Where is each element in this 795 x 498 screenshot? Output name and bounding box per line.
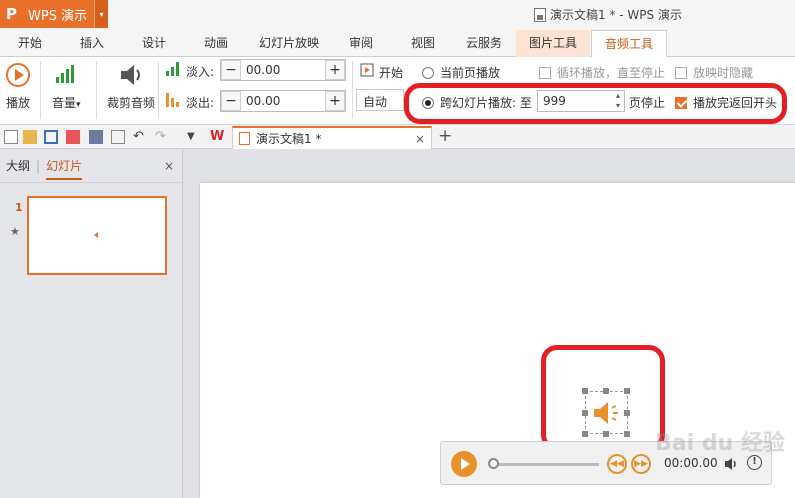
current-page-radio[interactable]: 当前页播放 — [422, 64, 500, 81]
pane-tabs: 大纲 | 幻灯片 × — [0, 149, 182, 183]
app-menu-dropdown-icon[interactable]: ▾ — [94, 0, 108, 28]
fade-in-stepper[interactable]: − 00.00 + — [220, 59, 346, 81]
current-page-radio-circle[interactable] — [422, 66, 434, 79]
window-title-text: 演示文稿1 * - WPS 演示 — [550, 8, 682, 22]
highlight-annotation — [404, 83, 787, 124]
tab-insert[interactable]: 插入 — [66, 30, 118, 57]
close-tab-icon[interactable]: × — [415, 132, 425, 146]
trim-audio-label[interactable]: 裁剪音频 — [107, 94, 155, 111]
animation-star-icon: ★ — [10, 225, 20, 238]
loop-checkbox[interactable]: 循环播放，直至停止 — [539, 64, 665, 81]
seek-track[interactable] — [495, 463, 599, 466]
start-clock-icon — [360, 63, 374, 77]
hide-label: 放映时隐藏 — [693, 66, 754, 80]
fade-out-stepper[interactable]: − 00.00 + — [220, 90, 346, 112]
highlight-annotation — [541, 345, 665, 451]
save-icon[interactable] — [44, 130, 58, 144]
hide-checkbox-box[interactable] — [675, 66, 687, 79]
slides-pane: 大纲 | 幻灯片 × 1 ★ — [0, 149, 183, 498]
start-label: 开始 — [379, 66, 404, 80]
title-bar: P WPS 演示 ▾ 演示文稿1 * - WPS 演示 — [0, 0, 795, 30]
tab-slideshow[interactable]: 幻灯片放映 — [250, 30, 328, 57]
new-file-icon[interactable] — [4, 130, 18, 144]
fast-forward-icon[interactable]: ▶▶ — [631, 454, 651, 474]
tab-design[interactable]: 设计 — [128, 30, 180, 57]
wps-logo-icon: P — [6, 5, 17, 23]
fade-out-decrement-button[interactable]: − — [221, 91, 241, 111]
divider — [40, 61, 41, 119]
tab-slides[interactable]: 幻灯片 — [46, 157, 83, 180]
watermark: Bai du 经验 — [655, 431, 785, 456]
start-mode-select[interactable]: 自动 — [356, 89, 404, 111]
fade-in-label: 淡入: — [186, 65, 215, 79]
thumbnail-audio-marker — [94, 232, 98, 238]
player-play-button[interactable] — [451, 451, 477, 477]
fade-out-value[interactable]: 00.00 — [241, 94, 325, 108]
hide-during-show-checkbox[interactable]: 放映时隐藏 — [675, 64, 753, 81]
document-tab[interactable]: 演示文稿1 * × — [232, 126, 432, 149]
presentation-file-icon — [239, 132, 250, 145]
ribbon-tabs: 开始 插入 设计 动画 幻灯片放映 审阅 视图 云服务 图片工具 音频工具 — [0, 30, 795, 58]
trim-audio-icon[interactable] — [118, 63, 144, 87]
undo-icon[interactable]: ↶ — [133, 130, 147, 144]
fade-in-decrement-button[interactable]: − — [221, 60, 241, 80]
quick-access-toolbar: ↶ ↷ ▼ W 演示文稿1 * × + — [0, 125, 795, 149]
player-time: 00:00.00 — [664, 456, 718, 470]
volume-button[interactable]: 音量▾ — [52, 94, 81, 111]
wps-w-icon[interactable]: W — [210, 130, 224, 144]
fade-in-icon — [166, 62, 179, 76]
rewind-icon[interactable]: ◀◀ — [607, 454, 627, 474]
fade-out-increment-button[interactable]: + — [325, 91, 345, 111]
fade-in-value[interactable]: 00.00 — [241, 63, 325, 77]
fade-out-label: 淡出: — [186, 96, 215, 110]
redo-icon[interactable]: ↷ — [155, 130, 169, 144]
tab-review[interactable]: 审阅 — [335, 30, 387, 57]
ribbon-play-label[interactable]: 播放 — [6, 94, 30, 111]
tab-home[interactable]: 开始 — [4, 30, 56, 57]
close-pane-icon[interactable]: × — [164, 159, 174, 173]
fade-in-increment-button[interactable]: + — [325, 60, 345, 80]
document-icon — [534, 7, 546, 22]
customize-dropdown-icon[interactable]: ▼ — [187, 130, 201, 144]
seek-thumb[interactable] — [488, 458, 499, 469]
document-tab-title: 演示文稿1 * — [256, 132, 322, 146]
volume-dropdown-icon: ▾ — [76, 100, 81, 110]
slide-number: 1 — [15, 201, 23, 214]
print-preview-icon[interactable] — [111, 130, 125, 144]
volume-label: 音量 — [52, 96, 77, 110]
tab-animation[interactable]: 动画 — [190, 30, 242, 57]
app-name: WPS 演示 — [28, 8, 88, 24]
print-icon[interactable] — [89, 130, 103, 144]
divider — [352, 61, 353, 119]
tab-picture-tools[interactable]: 图片工具 — [516, 30, 590, 57]
ribbon-play-icon[interactable] — [6, 63, 32, 89]
fade-out-icon — [166, 93, 179, 107]
tab-cloud[interactable]: 云服务 — [455, 30, 513, 57]
divider — [96, 61, 97, 119]
tab-view[interactable]: 视图 — [397, 30, 449, 57]
window-title: 演示文稿1 * - WPS 演示 — [534, 6, 682, 23]
app-menu-button[interactable]: P WPS 演示 ▾ — [0, 0, 108, 28]
loop-label: 循环播放，直至停止 — [557, 66, 666, 80]
slide-thumbnail[interactable] — [27, 196, 167, 275]
new-tab-icon[interactable]: + — [438, 126, 452, 146]
pane-tab-divider: | — [36, 158, 41, 173]
open-folder-icon[interactable] — [23, 130, 37, 144]
play-triangle-icon — [461, 458, 470, 470]
tab-outline[interactable]: 大纲 — [6, 157, 30, 174]
divider — [158, 61, 159, 119]
player-info-icon[interactable]: ! — [747, 455, 762, 470]
tab-audio-tools[interactable]: 音频工具 — [591, 30, 667, 58]
player-volume-icon[interactable] — [723, 456, 739, 472]
volume-icon[interactable] — [56, 65, 74, 83]
export-pdf-icon[interactable] — [66, 130, 80, 144]
current-page-label: 当前页播放 — [440, 66, 501, 80]
loop-checkbox-box[interactable] — [539, 66, 551, 79]
